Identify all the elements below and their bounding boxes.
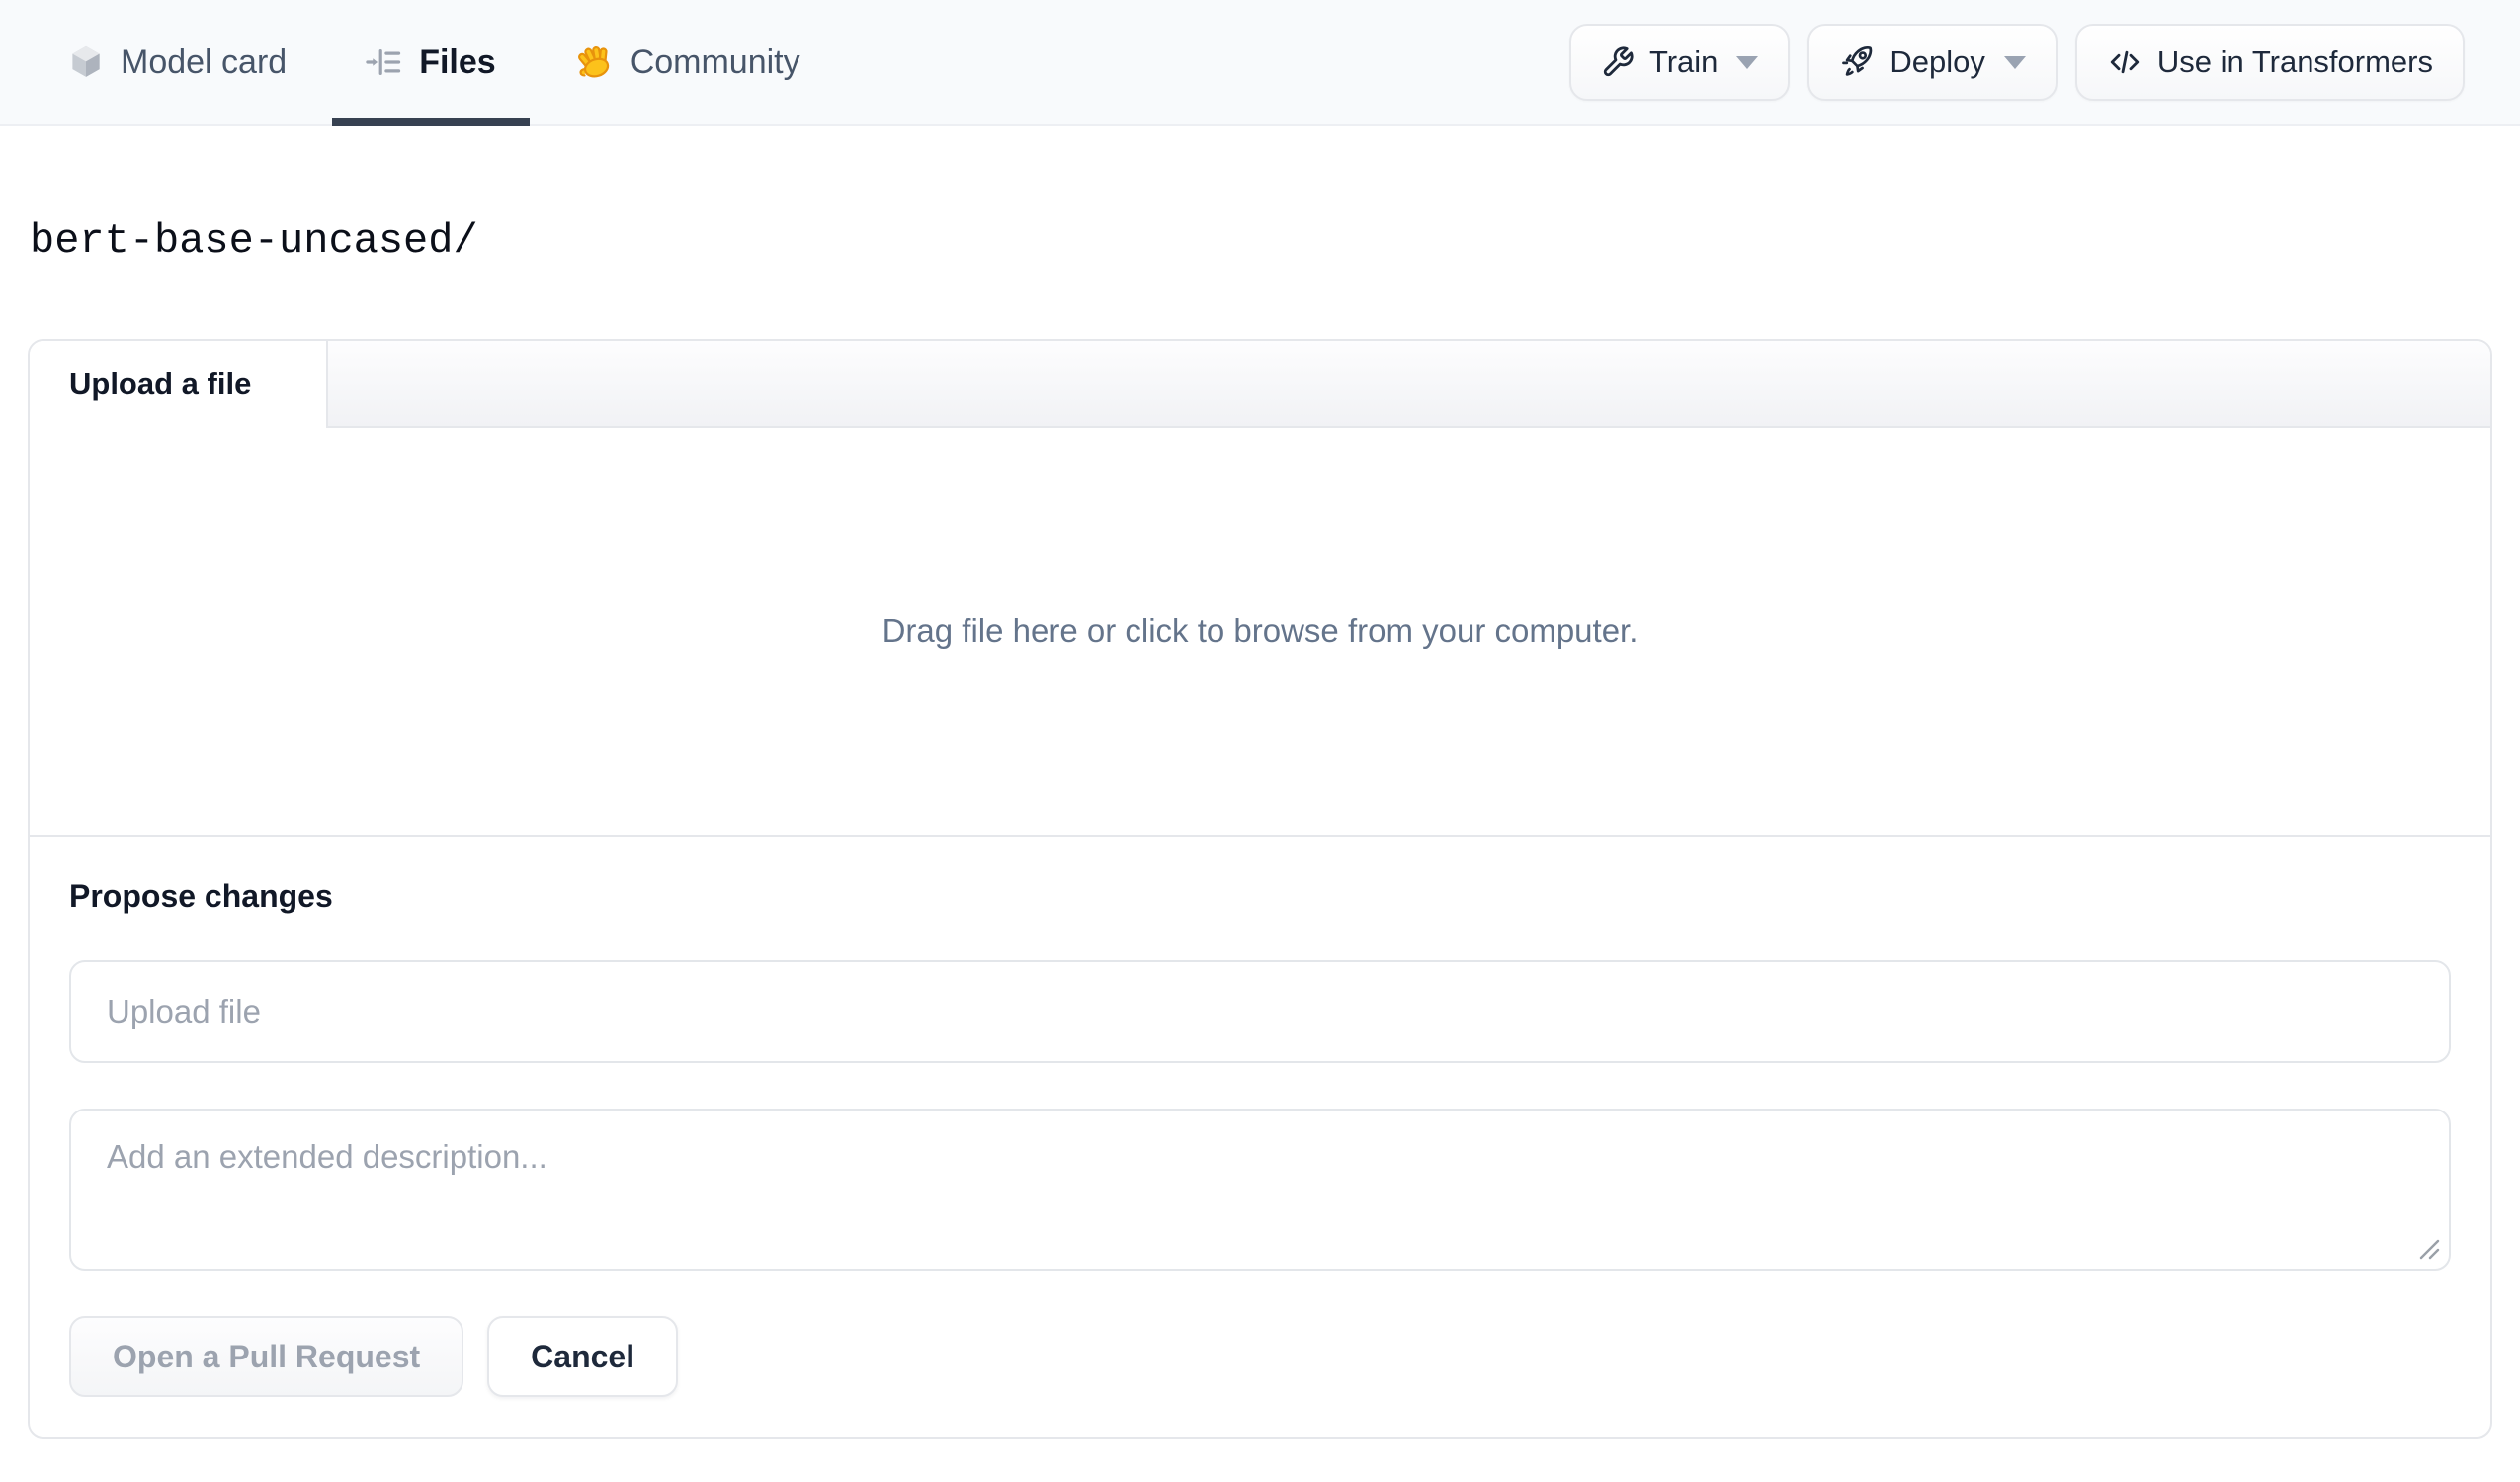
dropzone-text: Drag file here or click to browse from y… bbox=[882, 613, 1638, 649]
caret-down-icon bbox=[1736, 55, 1759, 69]
tab-files[interactable]: Files bbox=[332, 0, 530, 126]
caret-down-icon bbox=[2003, 55, 2026, 69]
topbar-actions: Train Deploy Use in Transformers bbox=[1568, 0, 2465, 124]
train-button[interactable]: Train bbox=[1568, 24, 1791, 101]
tab-label: Model card bbox=[121, 42, 288, 81]
code-icon bbox=[2110, 50, 2140, 74]
deploy-button[interactable]: Deploy bbox=[1807, 24, 2058, 101]
upload-card: Upload a file Drag file here or click to… bbox=[28, 339, 2492, 1439]
propose-changes-heading: Propose changes bbox=[69, 878, 333, 914]
topbar: Model card Files Community Train Deploy … bbox=[0, 0, 2520, 126]
propose-actions: Open a Pull Request Cancel bbox=[69, 1316, 2451, 1397]
tab-model-card[interactable]: Model card bbox=[34, 0, 320, 124]
description-textarea[interactable] bbox=[69, 1109, 2451, 1271]
cancel-button[interactable]: Cancel bbox=[487, 1316, 679, 1397]
resize-handle-icon[interactable] bbox=[2413, 1233, 2441, 1261]
upload-a-file-tab[interactable]: Upload a file bbox=[30, 341, 328, 428]
tab-label: Community bbox=[630, 42, 800, 81]
active-tab-underline bbox=[332, 118, 530, 126]
button-label: Train bbox=[1648, 44, 1719, 79]
tab-label: Files bbox=[419, 42, 496, 81]
wrench-icon bbox=[1603, 46, 1634, 77]
tab-label: Upload a file bbox=[69, 367, 252, 401]
use-in-transformers-button[interactable]: Use in Transformers bbox=[2074, 24, 2465, 101]
files-list-icon bbox=[366, 49, 401, 75]
file-dropzone[interactable]: Drag file here or click to browse from y… bbox=[30, 428, 2490, 837]
description-field-wrap bbox=[69, 1109, 2451, 1271]
button-label: Use in Transformers bbox=[2156, 44, 2433, 79]
rocket-icon bbox=[1842, 45, 1873, 76]
open-pull-request-button[interactable]: Open a Pull Request bbox=[69, 1316, 464, 1397]
card-tab-bar: Upload a file bbox=[30, 341, 2490, 428]
waving-hand-icon bbox=[577, 45, 609, 78]
propose-changes-section: Propose changes Open a Pull Request Canc… bbox=[30, 837, 2490, 1437]
button-label: Deploy bbox=[1890, 44, 1985, 79]
upload-file-input[interactable] bbox=[69, 960, 2451, 1063]
repo-path: bert-base-uncased/ bbox=[30, 217, 478, 265]
repo-tabs: Model card Files Community bbox=[34, 0, 834, 126]
tab-community[interactable]: Community bbox=[542, 0, 834, 124]
card-tab-bar-filler bbox=[328, 341, 2490, 428]
cube-icon bbox=[72, 45, 100, 77]
